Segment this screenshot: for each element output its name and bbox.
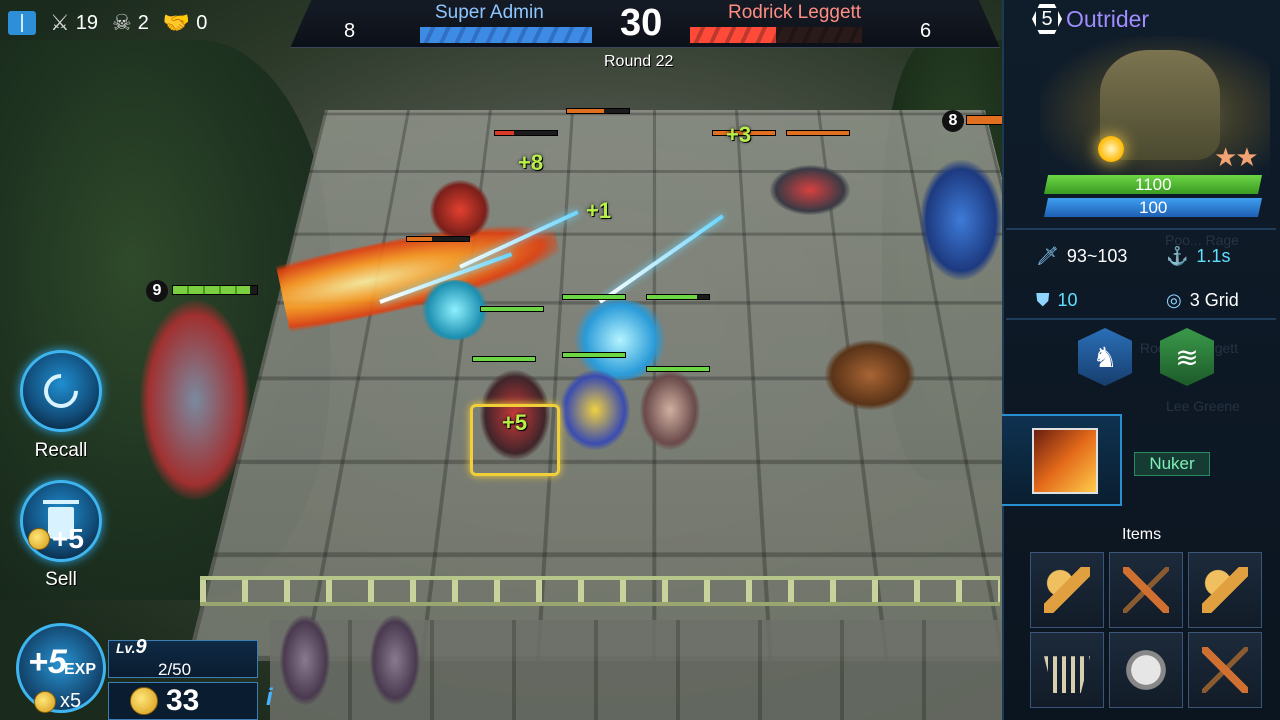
unit-hp-bar: [562, 294, 626, 300]
exp-amount: +5: [28, 643, 67, 681]
attack-value: 93~103: [1066, 246, 1128, 266]
items-title: Items: [1122, 526, 1162, 543]
gold-amount: 33: [166, 684, 200, 717]
sword-icon: 🗡: [1036, 246, 1059, 266]
attack-speed-stat: ⚓ 1.1s: [1166, 246, 1230, 267]
unit-hp-bar: [472, 356, 536, 362]
gold-gain-number: +1: [586, 198, 612, 223]
hero-cost-badge: 5: [1032, 4, 1062, 34]
info-icon[interactable]: i: [266, 684, 273, 712]
hero-hp-bar: 1100: [1043, 175, 1263, 194]
player-avatar[interactable]: [140, 300, 250, 500]
unit-hp-bar: [646, 366, 710, 372]
enemy-avatar[interactable]: [920, 160, 1002, 280]
left-player-name: Super Admin: [435, 2, 544, 23]
unit-hp-bar: [406, 236, 470, 242]
range-stat: ◎ 3 Grid: [1166, 290, 1239, 311]
bone-necklace-icon[interactable]: [1030, 632, 1104, 708]
unit-hp-bar: [646, 294, 710, 300]
armor-value: 10: [1057, 290, 1078, 310]
bamboo-fence: [200, 576, 1000, 606]
gold-gain-number: +8: [518, 150, 544, 175]
deaths-stat: ☠ 2: [112, 10, 149, 36]
unit-piece[interactable]: [430, 180, 490, 240]
coin-icon: [130, 687, 158, 715]
round-label: Round 22: [604, 53, 674, 70]
unit-hp-bar: [480, 306, 544, 312]
unit-piece[interactable]: [560, 370, 630, 450]
crossbow-icon[interactable]: [1188, 632, 1262, 708]
crossed-swords-icon: ⚔: [50, 10, 70, 35]
enemy-level-badge: 8: [942, 110, 964, 132]
gold-display: 33: [130, 684, 199, 718]
handshake-icon: 🤝: [162, 10, 191, 35]
shield-icon: ⛊: [1036, 290, 1050, 310]
left-player-health-bar: [420, 27, 592, 43]
battlefield[interactable]: 9 8 +8 +1 +3 +5: [0, 0, 1002, 720]
round-timer: 30: [620, 2, 663, 44]
selected-tile-highlight: [470, 404, 560, 476]
hero-header: 5 Outrider: [1032, 4, 1149, 34]
player-hp-bar: [172, 285, 258, 295]
golden-axe-icon[interactable]: [1188, 552, 1262, 628]
unit-piece[interactable]: [640, 370, 700, 450]
target-icon: ◎: [1166, 290, 1182, 310]
xp-progress: 2/50: [158, 660, 192, 679]
unit-hp-bar: [786, 130, 850, 136]
hero-role-tag: Nuker: [1134, 452, 1210, 476]
skill-icon[interactable]: [1032, 428, 1098, 494]
kills-count: 19: [75, 11, 98, 34]
unit-piece[interactable]: [770, 165, 850, 215]
golden-axe-icon[interactable]: [1030, 552, 1104, 628]
assists-count: 0: [196, 11, 208, 34]
right-player-count: 6: [920, 20, 932, 42]
unit-hp-bar: [494, 130, 558, 136]
exp-cost: x5: [34, 690, 81, 713]
hero-mana-bar: 100: [1043, 198, 1263, 217]
right-player-name: Rodrick Leggett: [728, 2, 862, 23]
assists-stat: 🤝 0: [163, 10, 208, 36]
sell-amount: +5: [52, 523, 84, 554]
attack-stat: 🗡 93~103: [1036, 246, 1127, 267]
neutral-creep[interactable]: [825, 340, 915, 410]
hero-hp-value: 1100: [1134, 175, 1172, 194]
kda-stats: ⚔ 19 ☠ 2 🤝 0: [8, 10, 207, 36]
left-player-count: 8: [344, 20, 356, 42]
unit-hp-bar: [566, 108, 630, 114]
coin-icon: [34, 690, 56, 713]
ghost-text: Lee Greene: [1166, 398, 1240, 414]
kills-stat: ⚔ 19: [50, 10, 98, 36]
recall-button[interactable]: [20, 350, 102, 432]
hero-star-rating: ★★: [1214, 142, 1259, 172]
sell-value: +5: [28, 523, 84, 555]
right-player-health-bar: [690, 27, 862, 43]
deaths-count: 2: [137, 11, 149, 34]
exp-cost-value: x5: [60, 690, 82, 712]
hero-mana-value: 100: [1138, 198, 1168, 217]
player-level-badge: 9: [146, 280, 168, 302]
anchor-icon: ⚓: [1166, 246, 1189, 266]
hero-name: Outrider: [1066, 5, 1150, 32]
attack-speed-value: 1.1s: [1196, 246, 1231, 266]
player-level: Lv.9: [116, 636, 147, 659]
hero-lantern: [1098, 136, 1124, 162]
book-icon[interactable]: [8, 11, 36, 35]
crossbow-icon[interactable]: [1109, 552, 1183, 628]
range-value: 3 Grid: [1189, 290, 1239, 310]
skull-icon: ☠: [111, 10, 132, 35]
level-prefix: Lv.: [116, 640, 136, 656]
exp-unit: EXP: [64, 661, 97, 678]
coin-icon: [28, 528, 50, 550]
recall-label: Recall: [34, 440, 88, 461]
spiked-armor-icon[interactable]: [1109, 632, 1183, 708]
bench-unit[interactable]: [280, 615, 330, 705]
recall-icon: [36, 366, 86, 416]
level-value: 9: [135, 636, 147, 658]
enemy-hp-bar: [966, 115, 1002, 125]
gold-gain-number: +3: [726, 122, 752, 147]
bench-unit[interactable]: [370, 615, 420, 705]
sell-label: Sell: [45, 569, 77, 590]
unit-hp-bar: [562, 352, 626, 358]
armor-stat: ⛊ 10: [1036, 290, 1078, 311]
